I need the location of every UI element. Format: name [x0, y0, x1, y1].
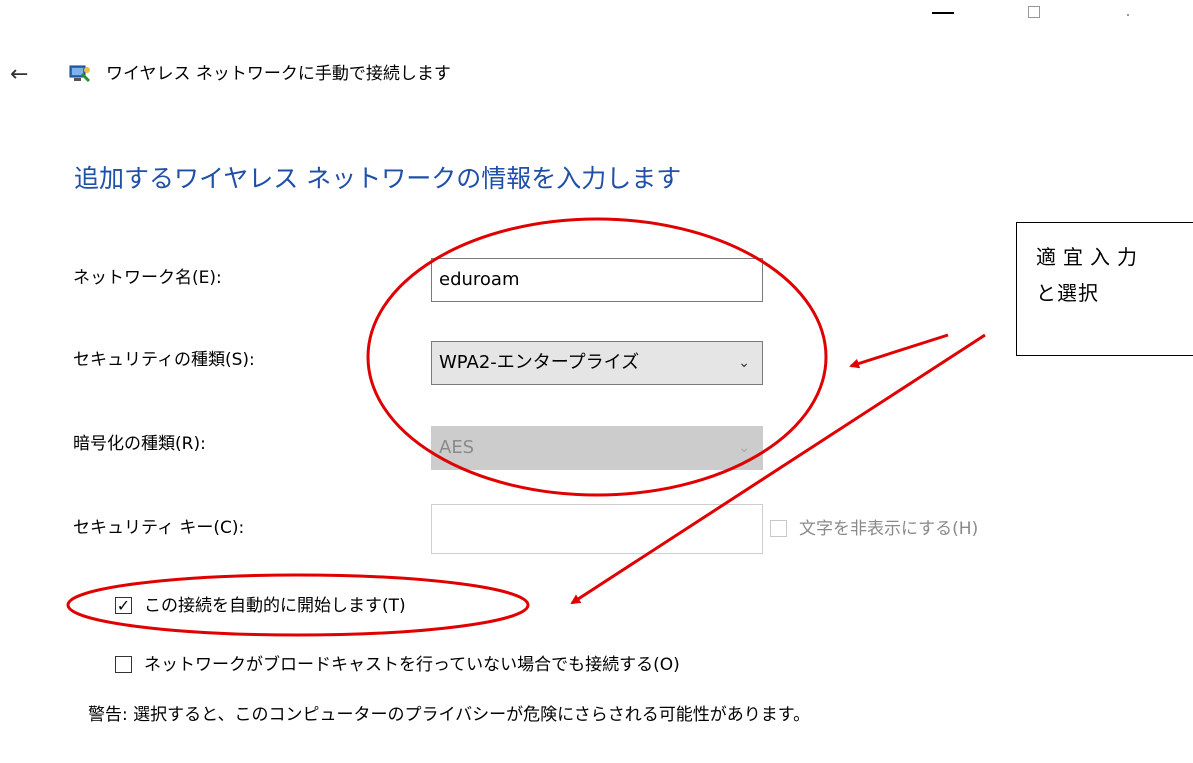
annotation-overlay [66, 217, 986, 637]
annotation-arrow-security-type [849, 333, 949, 369]
annotation-ellipse-autostart [66, 573, 530, 637]
annotation-arrow-autostart [570, 333, 986, 605]
annotation-ellipse-fields [366, 217, 828, 497]
